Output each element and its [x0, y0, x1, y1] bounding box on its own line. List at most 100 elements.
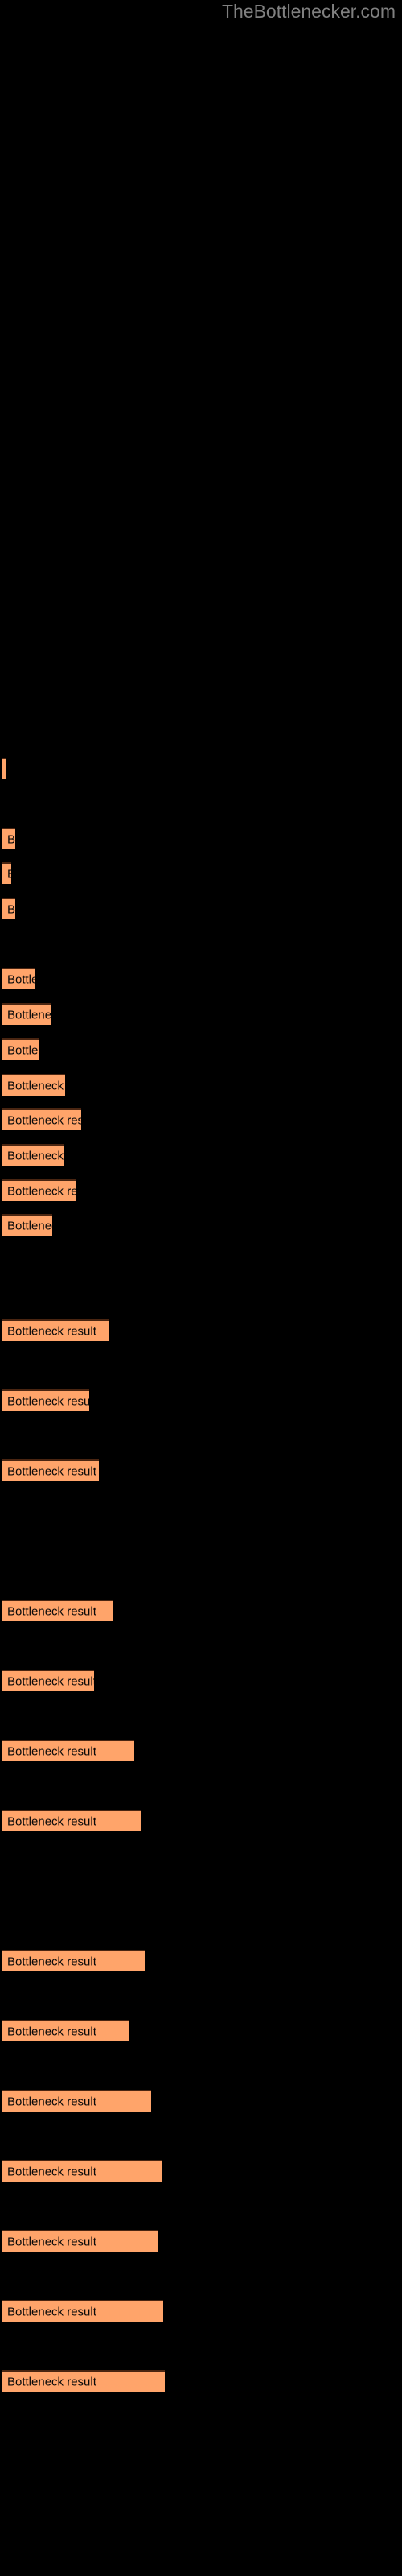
- bar-row: Bottleneck result: [0, 1144, 402, 1166]
- bar-row: Bottleneck result: [0, 1319, 402, 1341]
- bar-row: Bottleneck result: [0, 2020, 402, 2041]
- bar-clip: Bottleneck result: [2, 1144, 64, 1166]
- bar-clip: Bottleneck result: [2, 862, 11, 884]
- bar: Bottleneck result: [2, 1074, 65, 1096]
- bar-label: Bottleneck result: [7, 2165, 96, 2178]
- bar-row: Bottleneck result: [0, 1389, 402, 1411]
- bar-clip: Bottleneck result: [2, 2230, 158, 2252]
- bar: Bottleneck result: [2, 1319, 109, 1341]
- bar-clip: Bottleneck result: [2, 968, 35, 989]
- bar-row: Bottleneck result: [0, 2300, 402, 2322]
- bar-clip: Bottleneck result: [2, 1108, 81, 1130]
- bar-label: Bottleneck result: [7, 1184, 76, 1198]
- bar-clip: Bottleneck result: [2, 1740, 134, 1761]
- bar-row: Bottleneck result: [0, 1214, 402, 1236]
- bar-row: Bottleneck result: [0, 2160, 402, 2182]
- bar-clip: Bottleneck result: [2, 1459, 99, 1481]
- bar-row: Bottleneck result: [0, 1740, 402, 1761]
- bar-label: Bottleneck result: [7, 1113, 81, 1127]
- bar: Bottleneck result: [2, 828, 15, 849]
- bar-clip: Bottleneck result: [2, 1670, 94, 1691]
- bar-label: Bottleneck result: [7, 1149, 64, 1162]
- bar-label: Bottleneck result: [7, 2375, 96, 2388]
- bar: Bottleneck result: [2, 2300, 163, 2322]
- bar-label: Bottleneck result: [7, 1043, 39, 1057]
- bar-row: Bottleneck result: [0, 1810, 402, 1831]
- bar-clip: Bottleneck result: [2, 758, 6, 779]
- bar-clip: Bottleneck result: [2, 1214, 52, 1236]
- bar-row: Bottleneck result: [0, 2370, 402, 2392]
- bar: Bottleneck result: [2, 1179, 76, 1201]
- bar-row: Bottleneck result: [0, 2090, 402, 2112]
- bar-label: Bottleneck result: [7, 1744, 96, 1758]
- bar: Bottleneck result: [2, 758, 6, 779]
- bar-label: Bottleneck result: [7, 2095, 96, 2108]
- bar: Bottleneck result: [2, 1389, 89, 1411]
- bar-label: Bottleneck result: [7, 1219, 52, 1232]
- bar-clip: Bottleneck result: [2, 1950, 145, 1971]
- bar: Bottleneck result: [2, 1950, 145, 1971]
- bar-label: Bottleneck result: [7, 868, 11, 880]
- bar: Bottleneck result: [2, 968, 35, 989]
- bar-label: Bottleneck result: [7, 1079, 65, 1092]
- bar-row: Bottleneck result: [0, 1670, 402, 1691]
- bar-clip: Bottleneck result: [2, 1600, 113, 1621]
- bar-row: Bottleneck result: [0, 1108, 402, 1130]
- bar: Bottleneck result: [2, 1214, 52, 1236]
- bar-label: Bottleneck result: [7, 1324, 96, 1338]
- bar: Bottleneck result: [2, 862, 11, 884]
- bar-label: Bottleneck result: [7, 1464, 96, 1478]
- bar-label: Bottleneck result: [7, 2025, 96, 2038]
- bar-row: Bottleneck result: [0, 1038, 402, 1060]
- bar-row: Bottleneck result: [0, 1459, 402, 1481]
- bar: Bottleneck result: [2, 2370, 165, 2392]
- bar: Bottleneck result: [2, 1003, 51, 1025]
- bar-row: Bottleneck result: [0, 862, 402, 884]
- bar: Bottleneck result: [2, 1740, 134, 1761]
- bar-row: Bottleneck result: [0, 1950, 402, 1971]
- bar-label: Bottleneck result: [7, 972, 35, 986]
- bar-label: Bottleneck result: [7, 832, 15, 846]
- bar-label: Bottleneck result: [7, 2305, 96, 2318]
- bar-clip: Bottleneck result: [2, 1038, 39, 1060]
- bar-clip: Bottleneck result: [2, 2090, 151, 2112]
- bar: Bottleneck result: [2, 2230, 158, 2252]
- bar-clip: Bottleneck result: [2, 2370, 165, 2392]
- bar-label: Bottleneck result: [7, 902, 15, 916]
- bar-clip: Bottleneck result: [2, 1003, 51, 1025]
- bar-label: Bottleneck result: [7, 1674, 94, 1688]
- bar-row: Bottleneck result: [0, 968, 402, 989]
- bar: Bottleneck result: [2, 1670, 94, 1691]
- bar-label: Bottleneck result: [7, 1604, 96, 1618]
- bar: Bottleneck result: [2, 2090, 151, 2112]
- bar-row: Bottleneck result: [0, 2230, 402, 2252]
- bar-clip: Bottleneck result: [2, 1319, 109, 1341]
- bar: Bottleneck result: [2, 1600, 113, 1621]
- bar-label: Bottleneck result: [7, 1008, 51, 1022]
- bar-clip: Bottleneck result: [2, 898, 15, 919]
- bar-clip: Bottleneck result: [2, 1810, 141, 1831]
- bar-row: Bottleneck result: [0, 1003, 402, 1025]
- bar-clip: Bottleneck result: [2, 1389, 89, 1411]
- bar-clip: Bottleneck result: [2, 828, 15, 849]
- bar: Bottleneck result: [2, 1459, 99, 1481]
- bar-row: Bottleneck result: [0, 898, 402, 919]
- bar-row: Bottleneck result: [0, 1600, 402, 1621]
- bar-label: Bottleneck result: [7, 1394, 89, 1408]
- bar-label: Bottleneck result: [7, 1955, 96, 1968]
- bar-row: Bottleneck result: [0, 1074, 402, 1096]
- bar: Bottleneck result: [2, 2160, 162, 2182]
- bar: Bottleneck result: [2, 2020, 129, 2041]
- bar-clip: Bottleneck result: [2, 2160, 162, 2182]
- bar-row: Bottleneck result: [0, 1179, 402, 1201]
- bar-row: Bottleneck result: [0, 758, 402, 779]
- bar-label: Bottleneck result: [7, 2235, 96, 2248]
- bar-clip: Bottleneck result: [2, 1179, 76, 1201]
- bar: Bottleneck result: [2, 1038, 39, 1060]
- bottleneck-bar-chart: Bottleneck result Bottleneck result Bottle…: [0, 0, 402, 2576]
- bar: Bottleneck result: [2, 898, 15, 919]
- bar: Bottleneck result: [2, 1108, 81, 1130]
- bar: Bottleneck result: [2, 1810, 141, 1831]
- bar-clip: Bottleneck result: [2, 2020, 129, 2041]
- bar-clip: Bottleneck result: [2, 1074, 65, 1096]
